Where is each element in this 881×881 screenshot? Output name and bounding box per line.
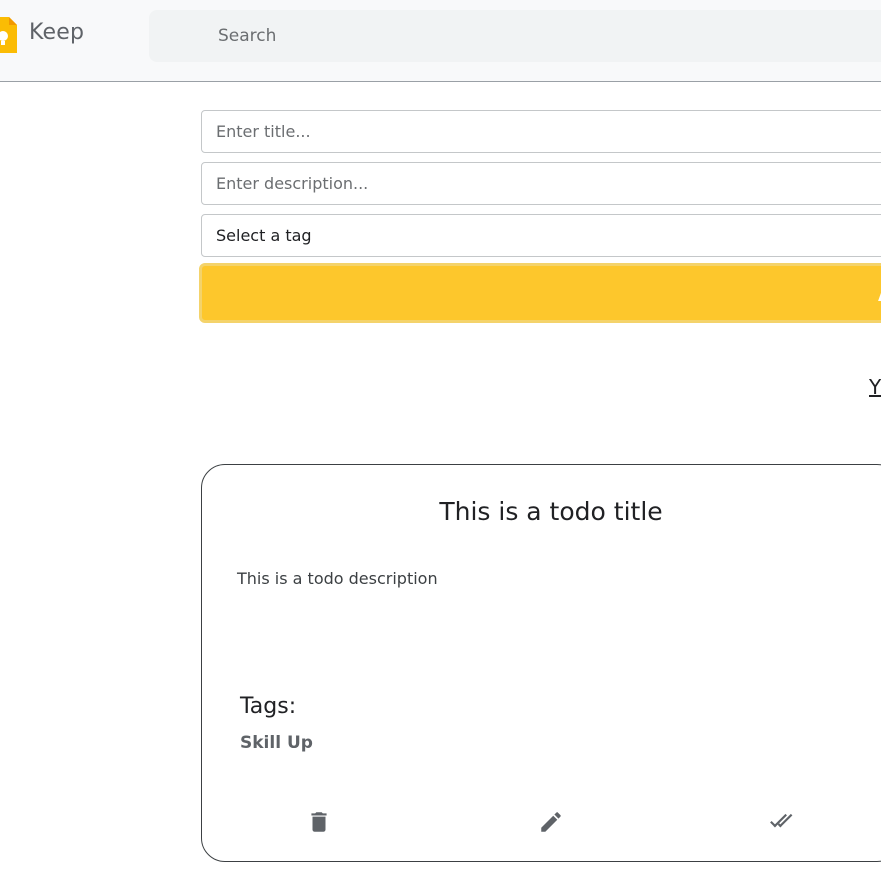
title-placeholder: Enter title... <box>216 122 311 141</box>
note-description: This is a todo description <box>237 569 438 588</box>
search-input[interactable]: Search <box>149 10 881 62</box>
search-placeholder: Search <box>218 26 277 46</box>
tag-select-value: Select a tag <box>216 226 312 245</box>
pencil-icon[interactable] <box>538 809 564 835</box>
trash-icon[interactable] <box>306 809 332 835</box>
app-header: Keep Search <box>0 0 881 82</box>
title-input[interactable]: Enter title... <box>201 110 881 153</box>
app-brand-name[interactable]: Keep <box>29 20 84 45</box>
add-note-button[interactable]: A <box>199 263 881 323</box>
tag-chip: Skill Up <box>240 733 313 753</box>
tag-select[interactable]: Select a tag <box>201 214 881 257</box>
double-check-icon[interactable] <box>769 809 795 835</box>
description-input[interactable]: Enter description... <box>201 162 881 205</box>
tags-label: Tags: <box>240 694 297 719</box>
description-placeholder: Enter description... <box>216 174 369 193</box>
partial-link[interactable]: Y <box>869 375 881 399</box>
keep-logo-icon[interactable] <box>0 17 17 53</box>
note-title: This is a todo title <box>202 497 881 526</box>
note-card: This is a todo title This is a todo desc… <box>201 464 881 862</box>
note-title-text: This is a todo title <box>439 497 663 526</box>
